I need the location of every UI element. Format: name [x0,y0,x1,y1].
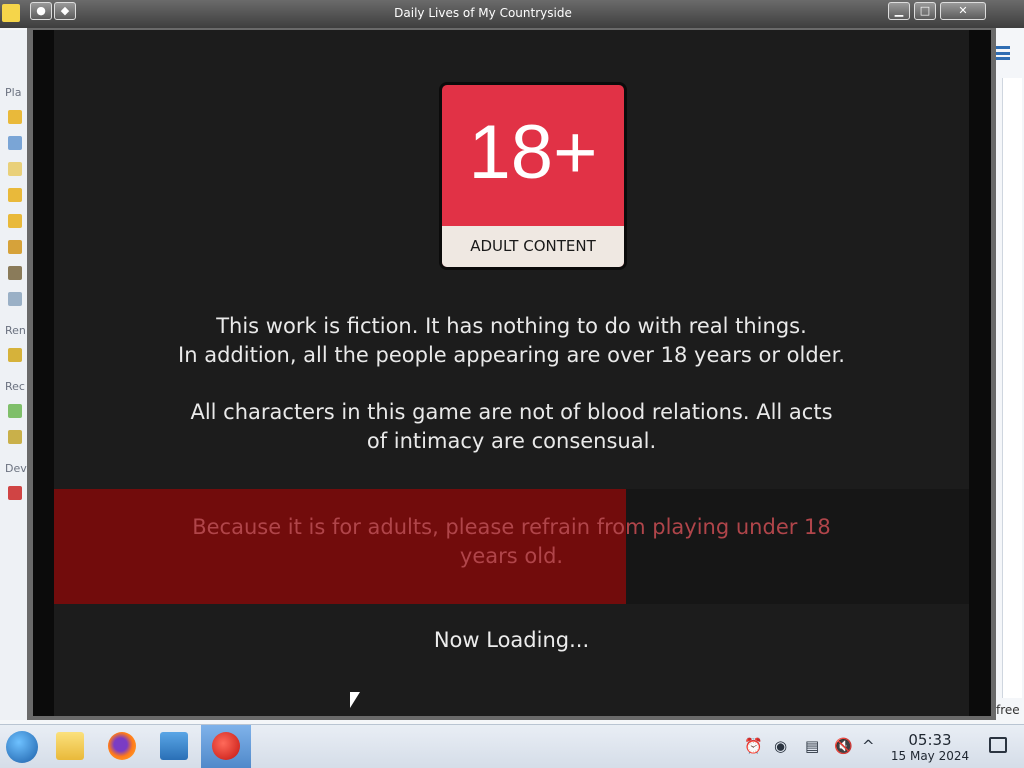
free-space-label: free [996,703,1020,717]
folder-icon [56,732,84,760]
show-desktop-icon[interactable] [989,737,1007,753]
notice-line: All characters in this game are not of b… [190,400,833,424]
folder-icon[interactable] [8,240,22,254]
menu-icon[interactable] [994,46,1010,60]
taskbar-app-system-settings[interactable] [149,725,199,768]
loading-text: Now Loading... [433,628,590,652]
document-icon[interactable] [8,404,22,418]
sidebar-label: Dev [5,462,27,475]
start-menu-icon[interactable] [6,731,38,763]
maximize-button[interactable]: □ [914,2,936,20]
folder-icon[interactable] [8,214,22,228]
network-icon[interactable] [8,292,22,306]
taskbar-app-game[interactable] [201,725,251,768]
clipboard-icon[interactable]: ▤ [805,737,819,755]
close-button[interactable]: ✕ [940,2,986,20]
apple-icon [212,732,240,760]
mouse-cursor-icon [350,692,360,708]
sidebar-label: Ren [5,324,26,337]
folder-icon[interactable] [8,162,22,176]
alarm-icon[interactable]: ⏰ [744,737,763,755]
fiction-notice: This work is fiction. It has nothing to … [54,312,969,370]
window-titlebar[interactable]: ● ◆ Daily Lives of My Countryside ▁ □ ✕ [0,0,1024,28]
video-folder-icon[interactable] [8,266,22,280]
age-rating-label: ADULT CONTENT [442,226,624,267]
scrollbar[interactable] [1002,78,1022,698]
game-window[interactable]: 18+ ADULT CONTENT This work is fiction. … [33,30,991,716]
age-rating-number: 18+ [468,110,598,195]
notice-line: In addition, all the people appearing ar… [178,343,845,367]
muted-volume-icon[interactable]: 🔇 [834,737,853,755]
sidebar-label: Pla [5,86,22,99]
folder-icon[interactable] [8,348,22,362]
folder-icon[interactable] [8,110,22,124]
window-title: Daily Lives of My Countryside [394,6,572,20]
firefox-icon [108,732,136,760]
minimize-button[interactable]: ▁ [888,2,910,20]
monitor-icon [160,732,188,760]
notice-line: of intimacy are consensual. [366,429,657,453]
warning-line: years old. [459,544,564,568]
drive-icon[interactable] [8,136,22,150]
clock-time: 05:33 [908,731,952,749]
taskbar-app-firefox[interactable] [97,725,147,768]
clock-date: 15 May 2024 [890,749,970,763]
device-icon[interactable] [8,486,22,500]
relations-notice: All characters in this game are not of b… [54,398,969,456]
age-rating-badge: 18+ ADULT CONTENT [439,82,627,270]
taskbar: ⏰ ◉ ▤ 🔇 ^ 05:33 15 May 2024 [0,724,1024,768]
age-warning-text: Because it is for adults, please refrain… [54,513,969,571]
folder-icon[interactable] [8,188,22,202]
taskbar-app-file-manager[interactable] [45,725,95,768]
game-stage[interactable]: 18+ ADULT CONTENT This work is fiction. … [54,30,969,716]
age-warning-band: Because it is for adults, please refrain… [54,489,969,604]
sidebar-label: Rec [5,380,25,393]
warning-line: Because it is for adults, please refrain… [192,515,831,539]
notice-line: This work is fiction. It has nothing to … [216,314,807,338]
clock[interactable]: 05:33 15 May 2024 [888,731,972,763]
folder-icon[interactable] [8,430,22,444]
places-sidebar: Pla Ren Rec Dev [0,30,30,720]
chevron-up-icon[interactable]: ^ [862,737,875,755]
network-icon[interactable]: ◉ [774,737,787,755]
